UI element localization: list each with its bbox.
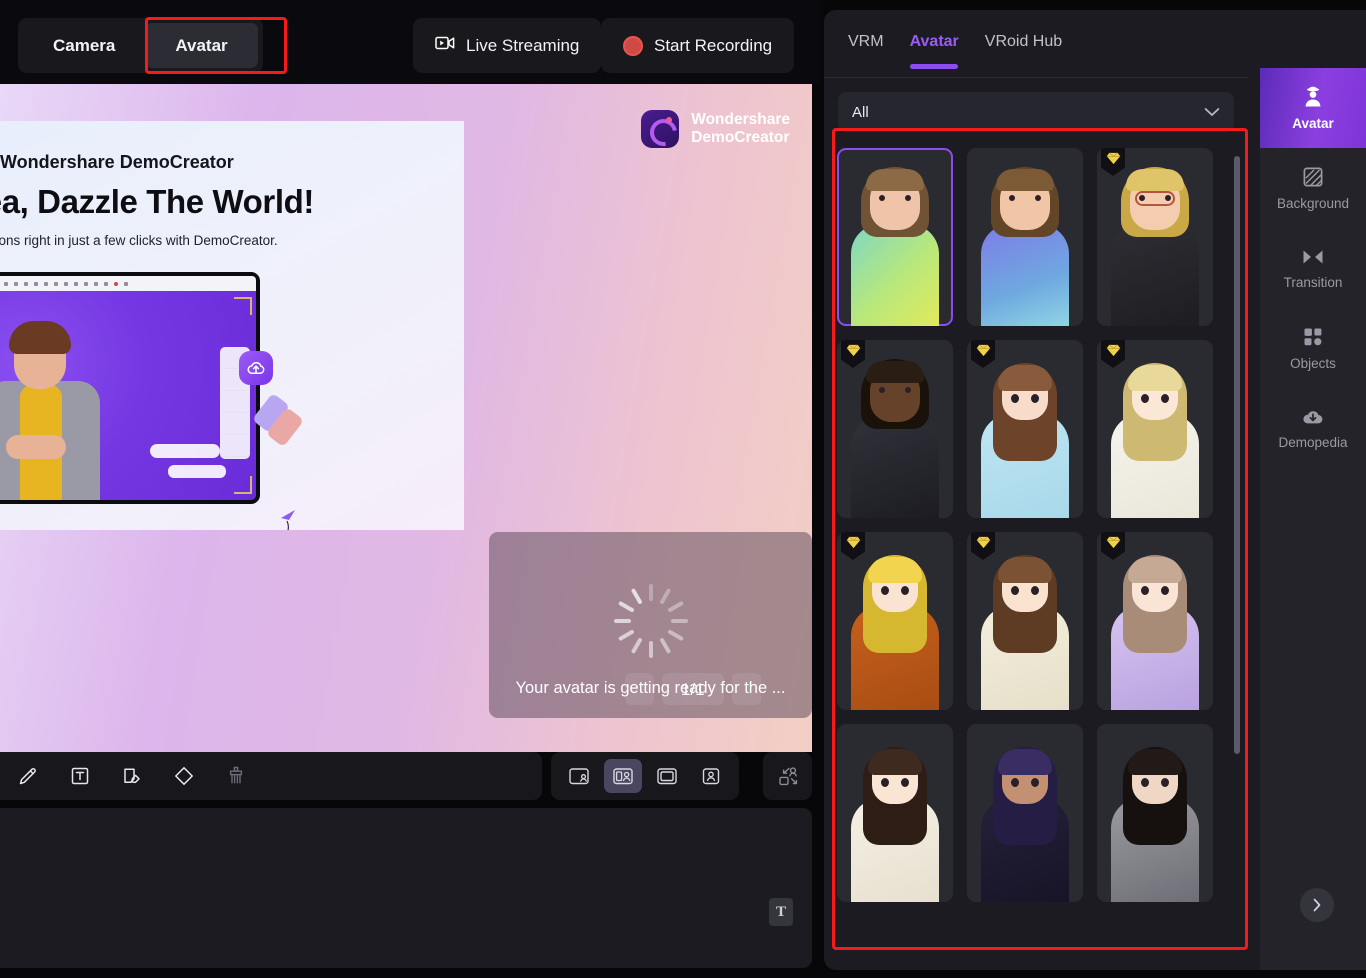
mode-tab-camera[interactable]: Camera — [23, 23, 145, 68]
avatar-card[interactable] — [837, 532, 953, 710]
loading-spinner-icon — [613, 584, 688, 658]
feature-rail: Avatar Background Transition Objects Dem… — [1260, 68, 1366, 970]
category-filter-select[interactable]: All — [838, 92, 1234, 132]
laptop-pill-1 — [150, 444, 220, 458]
slide-subtext: o presentations right in just a few clic… — [0, 233, 278, 248]
preview-stage[interactable]: Wondershare DemoCreator r Idea, Dazzle T… — [0, 84, 812, 752]
objects-grid-icon — [1302, 326, 1324, 348]
chevron-right-icon — [1313, 898, 1321, 912]
avatar-person-icon — [1302, 86, 1324, 108]
tab-vroid-hub[interactable]: VRoid Hub — [985, 33, 1062, 55]
avatar-card[interactable] — [967, 724, 1083, 902]
avatar-card[interactable] — [1097, 340, 1213, 518]
avatar-card[interactable] — [1097, 532, 1213, 710]
rail-label-transition: Transition — [1283, 274, 1343, 290]
tab-avatar[interactable]: Avatar — [910, 33, 959, 55]
text-icon[interactable] — [66, 762, 94, 790]
annotation-toolbar — [0, 752, 812, 800]
avatar-card[interactable] — [967, 532, 1083, 710]
layout-mode-group — [551, 752, 739, 800]
layout-split-icon[interactable] — [604, 759, 642, 793]
rail-item-objects[interactable]: Objects — [1260, 308, 1366, 388]
cloud-download-icon — [1301, 407, 1325, 427]
live-streaming-button[interactable]: Live Streaming — [413, 18, 602, 73]
slide-laptop-mockup — [0, 272, 260, 504]
loading-count: 1/1 — [681, 680, 705, 699]
slide-headline: r Idea, Dazzle The World! — [0, 183, 314, 220]
layout-pip-corner-icon[interactable] — [560, 759, 598, 793]
right-panel: VRM Avatar VRoid Hub All Avatar Backgrou… — [824, 10, 1366, 970]
avatar-card[interactable] — [837, 340, 953, 518]
laptop-corner-br — [234, 476, 252, 494]
next-page-button[interactable] — [1300, 888, 1334, 922]
watermark-line-2: DemoCreator — [691, 129, 790, 146]
panel-tabs: VRM Avatar VRoid Hub — [824, 10, 1248, 78]
eraser-brush-icon[interactable] — [222, 762, 250, 790]
shape-icon[interactable] — [170, 762, 198, 790]
swap-layout-icon[interactable] — [763, 752, 812, 800]
live-streaming-label: Live Streaming — [466, 35, 580, 55]
avatar-grid-scroll-area[interactable] — [836, 148, 1248, 948]
avatar-thumbnail — [967, 724, 1083, 902]
avatar-card[interactable] — [837, 148, 953, 326]
laptop-pill-2 — [168, 465, 226, 478]
tab-vrm[interactable]: VRM — [848, 33, 884, 55]
rail-item-transition[interactable]: Transition — [1260, 228, 1366, 308]
avatar-thumbnail — [1097, 724, 1213, 902]
rail-item-demopedia[interactable]: Demopedia — [1260, 388, 1366, 468]
slide-brand-text: Wondershare DemoCreator — [0, 152, 234, 172]
avatar-card[interactable] — [837, 724, 953, 902]
start-recording-label: Start Recording — [654, 35, 773, 55]
rail-label-objects: Objects — [1290, 355, 1336, 371]
avatar-thumbnail — [837, 148, 953, 326]
category-filter-value: All — [852, 103, 869, 121]
transition-arrows-icon — [1301, 247, 1325, 267]
pen-icon[interactable] — [14, 762, 42, 790]
shared-slide-preview: Wondershare DemoCreator r Idea, Dazzle T… — [0, 121, 464, 530]
top-header: Camera Avatar Live Streaming Start Recor… — [0, 0, 820, 84]
watermark-line-1: Wondershare — [691, 111, 790, 129]
note-icon[interactable] — [118, 762, 146, 790]
democreator-window: Camera Avatar Live Streaming Start Recor… — [0, 0, 1366, 978]
timeline-panel[interactable]: T — [0, 808, 812, 968]
scrollbar-thumb[interactable] — [1234, 156, 1240, 754]
drawing-tools-group — [0, 752, 542, 800]
decorative-arrow-icon — [281, 510, 295, 530]
record-circle-icon — [623, 35, 643, 56]
rail-item-background[interactable]: Background — [1260, 148, 1366, 228]
filter-area: All — [838, 92, 1234, 132]
add-text-button[interactable]: T — [769, 898, 793, 926]
start-recording-button[interactable]: Start Recording — [601, 18, 795, 73]
avatar-card[interactable] — [967, 148, 1083, 326]
loading-message: Your avatar is getting ready for the ... — [515, 679, 786, 697]
avatar-thumbnail — [837, 724, 953, 902]
avatar-card[interactable] — [967, 340, 1083, 518]
layout-screen-only-icon[interactable] — [648, 759, 686, 793]
mode-switch-group: Camera Avatar — [18, 18, 263, 73]
layout-avatar-only-icon[interactable] — [692, 759, 730, 793]
laptop-toolbar — [0, 276, 256, 291]
avatar-thumbnail — [967, 148, 1083, 326]
rail-label-demopedia: Demopedia — [1278, 434, 1348, 450]
presenter-figure — [0, 315, 108, 500]
rail-item-avatar[interactable]: Avatar — [1260, 68, 1366, 148]
main-area: Camera Avatar Live Streaming Start Recor… — [0, 0, 820, 978]
avatar-loading-overlay: Your avatar is getting ready for the ...… — [489, 532, 812, 718]
democreator-logo-icon — [641, 110, 680, 148]
chevron-down-icon — [1204, 104, 1220, 121]
background-pattern-icon — [1302, 166, 1324, 188]
mode-tab-avatar[interactable]: Avatar — [145, 23, 258, 68]
laptop-corner-tr — [234, 297, 252, 315]
avatar-card[interactable] — [1097, 724, 1213, 902]
video-camera-icon — [435, 35, 455, 56]
avatar-grid — [836, 148, 1248, 902]
cloud-upload-icon — [239, 351, 273, 385]
laptop-screen — [0, 291, 256, 500]
rail-label-avatar: Avatar — [1292, 115, 1334, 131]
watermark: Wondershare DemoCreator — [641, 110, 790, 148]
rail-label-background: Background — [1276, 195, 1350, 211]
avatar-grid-scrollbar[interactable] — [1234, 148, 1240, 948]
avatar-card[interactable] — [1097, 148, 1213, 326]
